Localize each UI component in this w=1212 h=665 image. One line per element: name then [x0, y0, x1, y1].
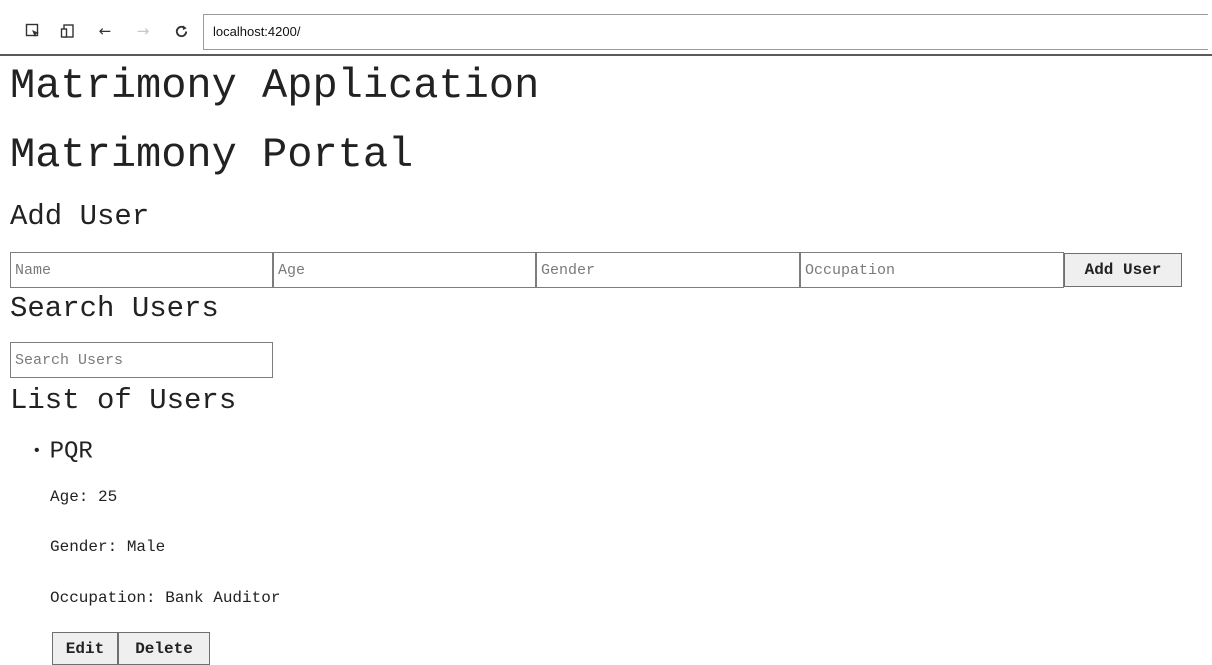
delete-button[interactable]: Delete: [118, 632, 210, 665]
name-field[interactable]: [10, 252, 273, 288]
reload-icon[interactable]: [170, 20, 192, 42]
list-item: • PQR: [32, 436, 93, 467]
inspect-icon[interactable]: [22, 20, 44, 42]
device-toggle-icon[interactable]: [57, 20, 79, 42]
list-of-users-heading: List of Users: [10, 384, 237, 417]
user-age: Age: 25: [50, 488, 118, 506]
portal-title: Matrimony Portal: [10, 131, 414, 179]
gender-field[interactable]: [536, 252, 800, 288]
back-arrow-icon[interactable]: ←: [94, 20, 116, 42]
forward-arrow-icon[interactable]: →: [132, 20, 154, 42]
app-title: Matrimony Application: [10, 62, 540, 110]
edit-button[interactable]: Edit: [52, 632, 118, 665]
browser-toolbar: ← → localhost:4200/: [0, 0, 1212, 56]
user-name: PQR: [49, 438, 93, 466]
address-bar[interactable]: localhost:4200/: [203, 14, 1208, 50]
add-user-button[interactable]: Add User: [1064, 253, 1182, 287]
user-gender: Gender: Male: [50, 538, 166, 556]
bullet-icon: •: [32, 442, 42, 460]
occupation-field[interactable]: [800, 252, 1064, 288]
add-user-heading: Add User: [10, 200, 150, 233]
search-users-heading: Search Users: [10, 292, 219, 325]
age-field[interactable]: [273, 252, 536, 288]
user-occupation: Occupation: Bank Auditor: [50, 589, 281, 607]
search-input[interactable]: [10, 342, 273, 378]
